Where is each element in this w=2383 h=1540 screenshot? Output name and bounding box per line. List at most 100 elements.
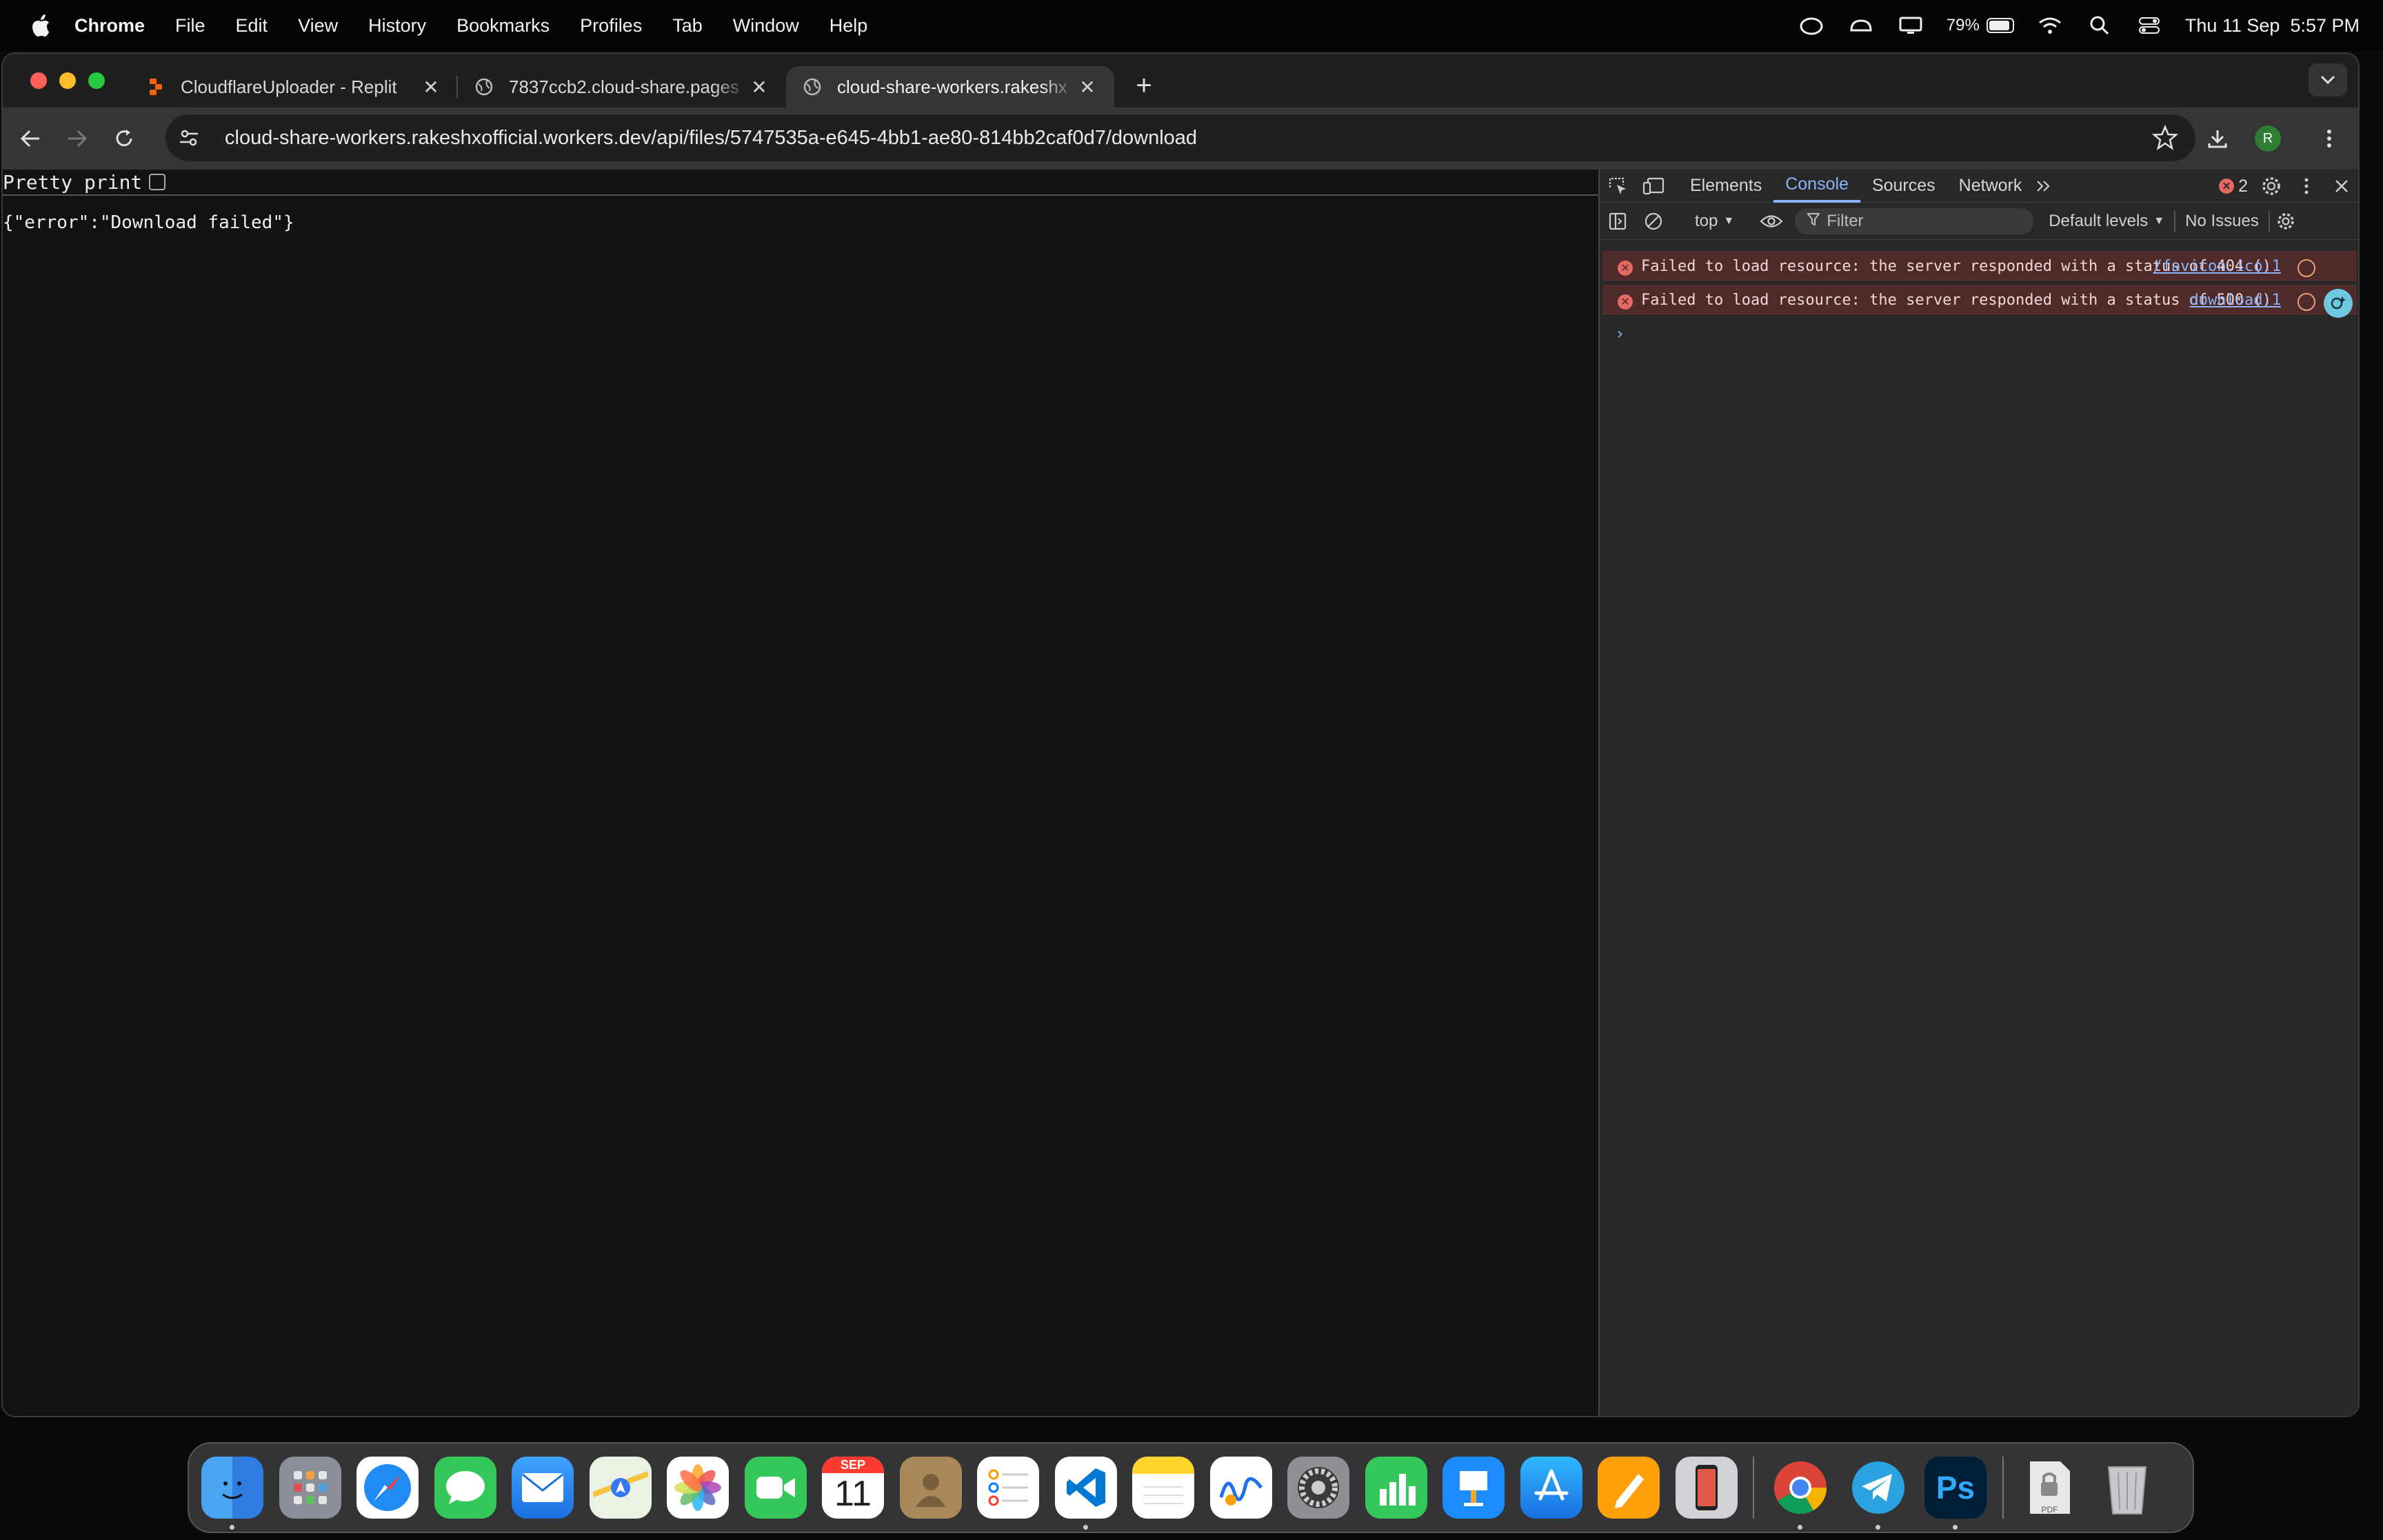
creative-cloud-icon[interactable] bbox=[1798, 14, 1825, 37]
pdf-document-icon[interactable]: PDF bbox=[2019, 1457, 2081, 1519]
app-store-icon[interactable] bbox=[1520, 1457, 1582, 1519]
menu-file[interactable]: File bbox=[175, 15, 205, 37]
console-error-message[interactable]: ✕ Failed to load resource: the server re… bbox=[1602, 285, 2357, 318]
freeform-icon[interactable] bbox=[1209, 1457, 1272, 1519]
device-toolbar-icon[interactable] bbox=[1636, 170, 1671, 203]
menu-edit[interactable]: Edit bbox=[236, 15, 268, 37]
close-tab-icon[interactable]: ✕ bbox=[421, 77, 441, 98]
console-error-message[interactable]: ✕ Failed to load resource: the server re… bbox=[1602, 251, 2357, 281]
live-expression-eye-icon[interactable] bbox=[1753, 205, 1789, 238]
battery-icon[interactable] bbox=[1986, 14, 2014, 37]
chrome-icon[interactable] bbox=[1769, 1457, 1831, 1530]
reminders-icon[interactable] bbox=[977, 1457, 1039, 1519]
explain-message-icon[interactable] bbox=[2297, 259, 2315, 277]
ai-assistance-icon[interactable] bbox=[2324, 289, 2353, 318]
chrome-menu-icon[interactable] bbox=[2309, 118, 2350, 159]
photos-icon[interactable] bbox=[667, 1457, 729, 1519]
more-tabs-chevron-icon[interactable] bbox=[2033, 170, 2054, 203]
facetime-icon[interactable] bbox=[744, 1457, 807, 1519]
safari-icon[interactable] bbox=[356, 1457, 419, 1519]
address-bar[interactable]: cloud-share-workers.rakeshxofficial.work… bbox=[165, 114, 2195, 161]
calendar-day: 11 bbox=[834, 1474, 872, 1514]
battery-percent: 79% bbox=[1946, 16, 1980, 34]
finder-icon[interactable] bbox=[201, 1457, 263, 1530]
back-button[interactable] bbox=[10, 118, 51, 159]
chevron-down-icon: ▼ bbox=[2153, 214, 2165, 227]
pretty-print-checkbox[interactable] bbox=[149, 174, 166, 190]
tab-replit[interactable]: CloudflareUploader - Replit ✕ bbox=[130, 66, 458, 108]
numbers-icon[interactable] bbox=[1365, 1457, 1427, 1519]
display-icon[interactable] bbox=[1897, 14, 1924, 37]
iphone-mirroring-icon[interactable] bbox=[1675, 1457, 1738, 1519]
new-tab-button[interactable]: + bbox=[1127, 70, 1161, 101]
sidebar-toggle-icon[interactable] bbox=[1600, 205, 1636, 238]
profile-avatar[interactable]: R bbox=[2255, 125, 2281, 152]
devtools-menu-icon[interactable] bbox=[2295, 170, 2318, 203]
log-levels-label: Default levels bbox=[2049, 211, 2149, 230]
notes-icon[interactable] bbox=[1132, 1457, 1194, 1519]
site-info-icon[interactable] bbox=[171, 120, 207, 156]
menu-tab[interactable]: Tab bbox=[672, 15, 703, 37]
devtools-tab-console[interactable]: Console bbox=[1773, 170, 1860, 203]
error-count-badge[interactable]: ✕ 2 bbox=[2219, 176, 2248, 196]
spotlight-search-icon[interactable] bbox=[2086, 14, 2113, 37]
explain-message-icon[interactable] bbox=[2297, 293, 2315, 311]
reload-button[interactable] bbox=[103, 118, 145, 159]
running-indicator bbox=[1083, 1525, 1088, 1530]
calendar-icon[interactable]: SEP 11 bbox=[822, 1457, 884, 1519]
menu-profiles[interactable]: Profiles bbox=[580, 15, 642, 37]
contacts-icon[interactable] bbox=[899, 1457, 962, 1519]
menu-view[interactable]: View bbox=[298, 15, 338, 37]
menu-bookmarks[interactable]: Bookmarks bbox=[456, 15, 550, 37]
tab-cloud-share-workers[interactable]: cloud-share-workers.rakeshx ✕ bbox=[786, 66, 1114, 108]
launchpad-icon[interactable] bbox=[279, 1457, 341, 1519]
trash-icon[interactable] bbox=[2096, 1457, 2158, 1519]
telegram-icon[interactable] bbox=[1847, 1457, 1909, 1530]
clear-console-icon[interactable] bbox=[1636, 205, 1671, 238]
menubar-clock[interactable]: Thu 11 Sep 5:57 PM bbox=[2185, 15, 2360, 37]
control-center-icon[interactable] bbox=[2135, 14, 2163, 37]
mail-icon[interactable] bbox=[512, 1457, 574, 1519]
pages-icon[interactable] bbox=[1598, 1457, 1660, 1519]
maps-icon[interactable] bbox=[589, 1457, 652, 1519]
console-message-source-link[interactable]: download:1 bbox=[2190, 292, 2281, 310]
console-settings-gear-icon[interactable] bbox=[2270, 205, 2302, 238]
menu-history[interactable]: History bbox=[368, 15, 426, 37]
photoshop-label: Ps bbox=[1935, 1470, 1975, 1506]
log-levels-dropdown[interactable]: Default levels ▼ bbox=[2039, 212, 2174, 231]
bookmark-star-icon[interactable] bbox=[2151, 124, 2179, 152]
devtools-tab-network[interactable]: Network bbox=[1947, 170, 2034, 203]
close-tab-icon[interactable]: ✕ bbox=[749, 77, 770, 98]
apple-icon[interactable] bbox=[25, 10, 57, 41]
adobe-cloud-icon[interactable] bbox=[1847, 14, 1875, 37]
system-settings-icon[interactable] bbox=[1287, 1457, 1349, 1519]
wifi-icon[interactable] bbox=[2036, 14, 2064, 37]
close-tab-icon[interactable]: ✕ bbox=[1077, 77, 1098, 98]
tab-cloud-share-pages[interactable]: 7837ccb2.cloud-share.pages ✕ bbox=[458, 66, 786, 108]
inspect-element-icon[interactable] bbox=[1600, 170, 1636, 203]
close-window-button[interactable] bbox=[30, 72, 47, 89]
photoshop-icon[interactable]: Ps bbox=[1924, 1457, 1987, 1530]
devtools-settings-gear-icon[interactable] bbox=[2258, 170, 2285, 203]
menu-window[interactable]: Window bbox=[733, 15, 799, 37]
zoom-window-button[interactable] bbox=[88, 72, 105, 89]
menu-help[interactable]: Help bbox=[829, 15, 868, 37]
devtools-panel: Elements Console Sources Network ✕ 2 top… bbox=[1598, 170, 2358, 1416]
console-prompt[interactable]: › bbox=[1600, 314, 2358, 343]
tab-search-button[interactable] bbox=[2309, 63, 2347, 97]
issues-button[interactable]: No Issues bbox=[2175, 212, 2269, 231]
devtools-tab-elements[interactable]: Elements bbox=[1678, 170, 1773, 203]
minimize-window-button[interactable] bbox=[59, 72, 76, 89]
devtools-close-icon[interactable] bbox=[2328, 170, 2355, 203]
messages-icon[interactable] bbox=[434, 1457, 496, 1519]
menu-app-name[interactable]: Chrome bbox=[74, 15, 145, 37]
context-selector[interactable]: top ▼ bbox=[1685, 212, 1744, 231]
filter-placeholder: Filter bbox=[1827, 211, 1864, 230]
devtools-tab-sources[interactable]: Sources bbox=[1860, 170, 1947, 203]
keynote-icon[interactable] bbox=[1442, 1457, 1505, 1519]
console-filter-input[interactable]: Filter bbox=[1795, 207, 2034, 234]
forward-button[interactable] bbox=[57, 118, 98, 159]
console-message-source-link[interactable]: /favicon.ico:1 bbox=[2153, 258, 2281, 276]
downloads-icon[interactable] bbox=[2197, 118, 2238, 159]
vscode-icon[interactable] bbox=[1054, 1457, 1117, 1530]
